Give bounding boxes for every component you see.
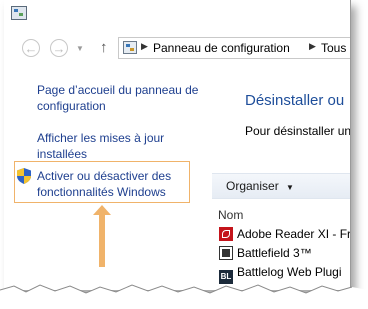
organize-label: Organiser xyxy=(226,179,279,193)
breadcrumb-separator-icon[interactable]: ▶ xyxy=(141,41,148,52)
list-item[interactable]: Adobe Reader XI - Fran xyxy=(219,227,351,244)
torn-edge-bottom xyxy=(0,284,368,309)
page-title: Désinstaller ou xyxy=(245,92,345,109)
address-bar[interactable]: ▶ Panneau de configuration ▶ Tous les xyxy=(118,37,350,59)
list-item[interactable]: Battlefield 3™ xyxy=(219,246,312,263)
breadcrumb-all-items[interactable]: Tous les xyxy=(321,41,350,55)
link-line[interactable]: Afficher les mises à jour xyxy=(37,130,164,146)
control-panel-icon xyxy=(123,41,137,54)
link-line[interactable]: Activer ou désactiver des xyxy=(37,168,171,184)
link-view-installed-updates[interactable]: Afficher les mises à jour installées xyxy=(37,130,164,162)
organize-button[interactable]: Organiser ▼ xyxy=(226,179,294,193)
breadcrumb-control-panel[interactable]: Panneau de configuration xyxy=(153,41,290,55)
program-name: Battlefield 3™ xyxy=(237,246,312,260)
breadcrumb-separator-icon[interactable]: ▶ xyxy=(309,41,316,52)
annotation-arrow-icon xyxy=(93,205,111,267)
up-arrow-icon[interactable]: ↑ xyxy=(100,39,108,56)
link-line[interactable]: Page d’accueil du panneau de xyxy=(37,82,198,98)
link-turn-windows-features[interactable]: Activer ou désactiver des fonctionnalité… xyxy=(37,168,171,200)
program-toolbar: Organiser ▼ xyxy=(212,173,350,199)
link-line[interactable]: installées xyxy=(37,146,164,162)
back-arrow-icon[interactable]: ← xyxy=(22,39,40,57)
column-header-name[interactable]: Nom xyxy=(218,208,243,222)
control-panel-icon[interactable] xyxy=(11,6,27,20)
navigation-bar: ← → ▼ ↑ ▶ Panneau de configuration ▶ Tou… xyxy=(4,34,350,62)
uac-shield-icon xyxy=(17,168,31,184)
adobe-reader-icon xyxy=(219,227,233,241)
link-control-panel-home[interactable]: Page d’accueil du panneau de configurati… xyxy=(37,82,198,114)
control-panel-window: ← → ▼ ↑ ▶ Panneau de configuration ▶ Tou… xyxy=(4,0,351,290)
forward-arrow-icon[interactable]: → xyxy=(50,39,68,57)
program-name: Adobe Reader XI - Fran xyxy=(237,227,351,241)
chevron-down-icon: ▼ xyxy=(286,183,294,192)
link-line[interactable]: fonctionnalités Windows xyxy=(37,184,171,200)
title-bar xyxy=(4,0,350,28)
page-description: Pour désinstaller un p xyxy=(245,124,351,138)
history-dropdown-icon[interactable]: ▼ xyxy=(76,44,84,53)
link-line[interactable]: configuration xyxy=(37,98,198,114)
battlefield-icon xyxy=(219,246,233,260)
